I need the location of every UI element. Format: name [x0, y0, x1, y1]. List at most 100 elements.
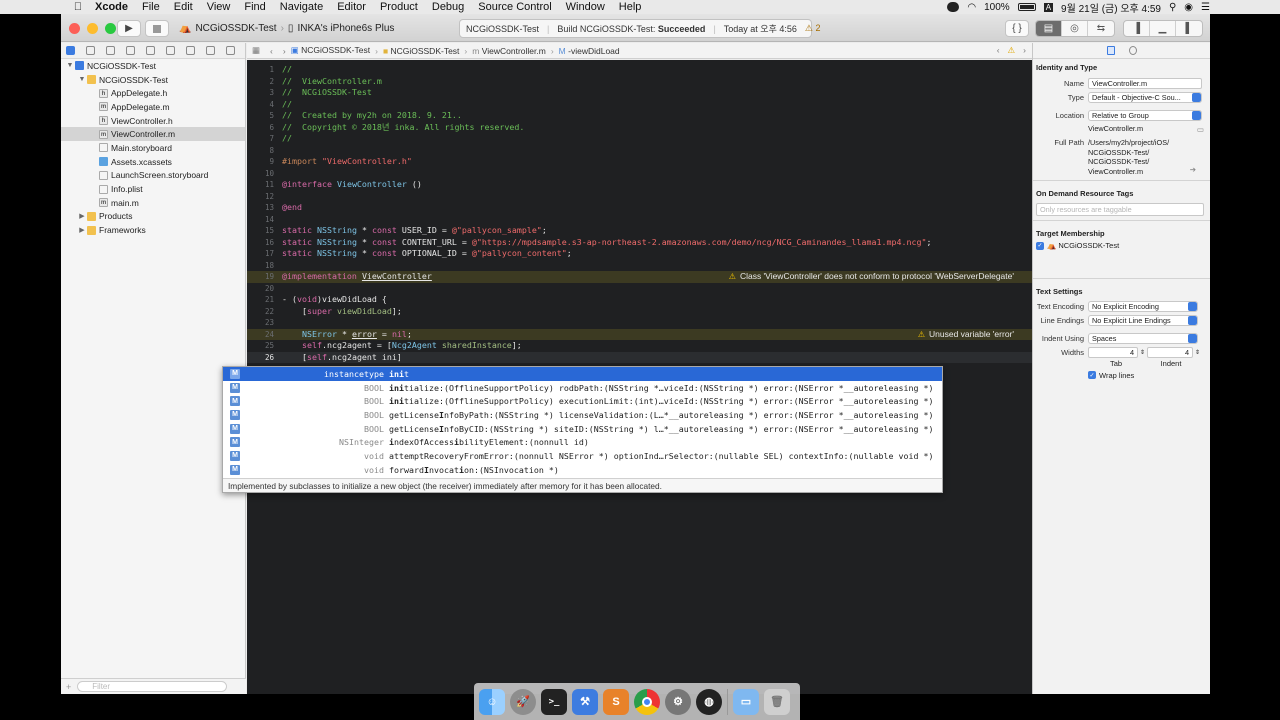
close-window-button[interactable] [69, 23, 80, 34]
previous-issue-icon[interactable]: ‹ [997, 45, 1000, 56]
trash-icon[interactable]: 🗑 [764, 688, 790, 715]
scheme-selector[interactable]: ⛺ NCGiOSSDK-Test › ▯ INKA's iPhone6s Plu… [179, 20, 394, 37]
menu-view[interactable]: View [200, 1, 238, 13]
navigator-item[interactable]: h AppDelegate.h [61, 86, 245, 100]
code-line[interactable]: 1 // [247, 64, 1032, 76]
forward-arrow-icon[interactable]: › [283, 46, 286, 56]
zoom-window-button[interactable] [105, 23, 116, 34]
code-line[interactable]: 14 [247, 214, 1032, 226]
obs-status-icon[interactable] [947, 2, 960, 12]
project-navigator-icon[interactable] [66, 46, 75, 55]
code-line[interactable]: 5 // Created by my2h on 2018. 9. 21.. [247, 110, 1032, 122]
tab-width-field[interactable]: 4 [1088, 346, 1138, 358]
system-preferences-icon[interactable]: ⚙ [665, 688, 691, 715]
completion-item[interactable]: M BOOL getLicenseInfoByPath:(NSString *) l… [223, 408, 942, 422]
disclosure-triangle-icon[interactable]: ▼ [65, 62, 75, 69]
completion-item[interactable]: Mvoid attemptRecoveryFromError:(nonnull N… [223, 449, 942, 463]
navigator-item[interactable]: Main.storyboard [61, 141, 245, 155]
report-navigator-icon[interactable] [226, 46, 235, 55]
tab-width-stepper[interactable]: ⇕ [1140, 349, 1145, 356]
clock[interactable]: 9월 21일 (금) 오후 4:59 [1061, 0, 1161, 15]
code-line[interactable]: 23 [247, 317, 1032, 329]
type-popup[interactable]: Default - Objective-C Sou... [1088, 91, 1202, 103]
xcode-icon[interactable]: ⚒ [572, 688, 598, 715]
chrome-icon[interactable] [634, 688, 660, 715]
obs-icon[interactable]: ◍ [696, 688, 722, 715]
minimize-window-button[interactable] [87, 23, 98, 34]
code-line[interactable]: 16 static NSString * const CONTENT_URL = … [247, 237, 1032, 249]
indent-using-popup[interactable]: Spaces [1088, 332, 1198, 344]
code-line[interactable]: 15 static NSString * const USER_ID = @"pa… [247, 225, 1032, 237]
reveal-in-finder-icon[interactable]: ➔ [1190, 165, 1196, 174]
finder-icon[interactable]: ☺ [479, 688, 505, 715]
inline-warning[interactable]: ⚠ Unused variable 'error' [918, 329, 1014, 341]
toggle-navigator-icon[interactable]: ▐ [1124, 21, 1150, 36]
file-inspector-icon[interactable] [1106, 46, 1115, 55]
assistant-editor-icon[interactable]: ◎ [1062, 21, 1088, 36]
code-line[interactable]: 10 [247, 168, 1032, 180]
menu-help[interactable]: Help [612, 1, 649, 13]
code-line[interactable]: 13 @end [247, 202, 1032, 214]
completion-item[interactable]: Minstancetype init [223, 367, 942, 381]
menu-debug[interactable]: Debug [425, 1, 471, 13]
menu-find[interactable]: Find [237, 1, 272, 13]
code-line[interactable]: 17 static NSString * const OPTIONAL_ID = … [247, 248, 1032, 260]
code-line[interactable]: 11 @interface ViewController () [247, 179, 1032, 191]
notification-center-icon[interactable]: ☰ [1201, 2, 1210, 13]
breadcrumb-file[interactable]: m ViewController.m [472, 46, 546, 56]
navigator-item[interactable]: h ViewController.h [61, 114, 245, 128]
stop-button[interactable] [145, 20, 169, 37]
navigator-item[interactable]: m AppDelegate.m [61, 100, 245, 114]
toggle-debug-area-icon[interactable]: ▁ [1150, 21, 1176, 36]
menu-file[interactable]: File [135, 1, 167, 13]
navigator-item[interactable]: ▶ Frameworks [61, 223, 245, 237]
battery-icon[interactable] [1017, 3, 1036, 11]
code-line[interactable]: 22 [super viewDidLoad]; [247, 306, 1032, 318]
code-line[interactable]: 8 [247, 145, 1032, 157]
breadcrumb-project[interactable]: ▣ NCGiOSSDK-Test [291, 45, 370, 56]
target-checkbox[interactable]: ✓ [1036, 241, 1044, 250]
disclosure-triangle-icon[interactable]: ▶ [77, 212, 87, 220]
launchpad-icon[interactable]: 🚀 [510, 688, 536, 715]
disclosure-triangle-icon[interactable]: ▶ [77, 226, 87, 234]
navigator-item[interactable]: Info.plist [61, 182, 245, 196]
issue-navigator-icon[interactable] [146, 46, 155, 55]
code-review-button[interactable]: { } [1005, 20, 1029, 37]
code-line[interactable]: 3 // NCGiOSSDK-Test [247, 87, 1032, 99]
folder-reveal-icon[interactable]: ▭ [1197, 125, 1204, 134]
line-endings-popup[interactable]: No Explicit Line Endings [1088, 314, 1198, 326]
inline-warning[interactable]: ⚠ Class 'ViewController' does not conform… [729, 271, 1014, 283]
code-line[interactable]: 9 #import "ViewController.h" [247, 156, 1032, 168]
code-line[interactable]: 6 // Copyright © 2018년 inka. All rights r… [247, 122, 1032, 134]
breadcrumb-group[interactable]: ■ NCGiOSSDK-Test [383, 46, 459, 56]
menu-window[interactable]: Window [559, 1, 612, 13]
navigator-filter-field[interactable]: Filter [77, 681, 228, 692]
back-arrow-icon[interactable]: ‹ [270, 46, 273, 56]
code-line[interactable]: 21 - (void)viewDidLoad { [247, 294, 1032, 306]
sublime-text-icon[interactable]: S [603, 688, 629, 715]
navigator-item[interactable]: ▼ NCGiOSSDK-Test [61, 59, 245, 73]
code-line[interactable]: 26 [self.ncg2agent ini] [247, 351, 1032, 363]
location-popup[interactable]: Relative to Group [1088, 109, 1202, 121]
wifi-icon[interactable]: ◠ [967, 2, 976, 13]
standard-editor-icon[interactable]: ▤ [1036, 21, 1062, 36]
folder-stack-icon[interactable]: ▭ [733, 688, 759, 715]
menu-navigate[interactable]: Navigate [273, 1, 330, 13]
test-navigator-icon[interactable] [166, 46, 175, 55]
completion-item[interactable]: M BOOL initialize:(OfflineSupportPolicy) r… [223, 381, 942, 395]
navigator-item[interactable]: ▼ NCGiOSSDK-Test [61, 73, 245, 87]
completion-item[interactable]: M BOOL getLicenseInfoByCID:(NSString *) si… [223, 422, 942, 436]
encoding-popup[interactable]: No Explicit Encoding [1088, 300, 1198, 312]
code-line[interactable]: 25 self.ncg2agent = [Ncg2Agent sharedIns… [247, 340, 1032, 352]
code-line[interactable]: 20 [247, 283, 1032, 295]
source-control-navigator-icon[interactable] [86, 46, 95, 55]
run-button[interactable]: ▶ [117, 20, 141, 37]
menu-xcode[interactable]: Xcode [88, 1, 135, 13]
completion-item[interactable]: Mvoid forwardInvocation:(NSInvocation *) [223, 463, 942, 477]
code-line[interactable]: 4 // [247, 99, 1032, 111]
next-issue-icon[interactable]: › [1023, 45, 1026, 56]
navigator-item[interactable]: Assets.xcassets [61, 155, 245, 169]
terminal-icon[interactable]: >_ [541, 688, 567, 715]
quick-help-icon[interactable] [1128, 46, 1137, 55]
apple-menu-icon[interactable]:  [68, 1, 88, 13]
